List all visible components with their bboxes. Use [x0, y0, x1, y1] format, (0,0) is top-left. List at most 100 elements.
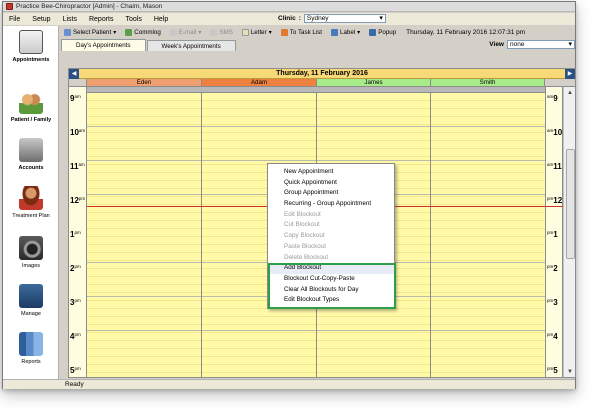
hour-label: am9: [547, 94, 558, 103]
scroll-thumb[interactable]: [566, 149, 575, 259]
clipboard-icon: [19, 30, 43, 54]
menu-item-paste-blockout: Paste Blockout: [284, 242, 327, 250]
sidebar-item-label: Accounts: [18, 165, 44, 171]
provider-header-adam[interactable]: Adam: [202, 79, 317, 87]
sidebar-item-patient-family[interactable]: Patient / Family: [3, 90, 59, 123]
patient-icon: [64, 28, 71, 36]
hour-label: am11: [547, 162, 562, 171]
hour-label: 2pm: [70, 264, 81, 273]
hour-label: am10: [547, 128, 563, 137]
sidebar-item-images[interactable]: Images: [3, 236, 59, 269]
sidebar-item-label: Reports: [21, 359, 41, 365]
scroll-down-icon[interactable]: ▼: [566, 368, 574, 376]
tab-weeks-appointments[interactable]: Week's Appointments: [146, 40, 236, 51]
menu-lists[interactable]: Lists: [63, 16, 77, 23]
doctor-icon: [19, 186, 43, 210]
sms-icon: [210, 28, 218, 36]
tab-days-appointments[interactable]: Day's Appointments: [61, 39, 146, 51]
scroll-up-icon[interactable]: ▲: [566, 89, 574, 97]
hour-label: 9am: [70, 94, 81, 103]
popup-label: Popup: [378, 28, 397, 36]
clinic-select[interactable]: Sydney: [303, 14, 386, 23]
status-bar: Ready: [3, 379, 575, 389]
email-label: E-mail: [178, 28, 197, 36]
letter-icon: [241, 28, 249, 36]
previous-day-icon[interactable]: ◀: [69, 69, 79, 79]
commlog-button[interactable]: Commlog: [122, 27, 163, 37]
view-picker: View none: [489, 40, 575, 49]
menu-setup[interactable]: Setup: [32, 16, 50, 23]
hour-label: 12pm: [70, 196, 86, 205]
view-tabs: Day's Appointments Week's Appointments V…: [61, 39, 577, 51]
sms-label: SMS: [219, 28, 233, 36]
sidebar-item-label: Manage: [21, 311, 41, 317]
camera-icon: [19, 236, 43, 260]
task-list-icon: [280, 28, 288, 36]
schedule-date: Thursday, 11 February 2016: [69, 69, 575, 79]
view-label: View: [489, 41, 504, 48]
to-task-list-button[interactable]: To Task List: [278, 27, 325, 37]
view-select[interactable]: none: [507, 40, 575, 49]
provider-header-james[interactable]: James: [317, 79, 431, 87]
hour-label: pm4: [547, 332, 558, 341]
to-task-list-label: To Task List: [289, 28, 323, 36]
menu-item-new-appointment[interactable]: New Appointment: [268, 167, 394, 178]
commlog-icon: [125, 28, 133, 36]
time-column-left: 9am 10am 11am 12pm 1pm 2pm 3pm 4pm 5pm: [69, 87, 87, 377]
sidebar-item-treatment-plan[interactable]: Treatment Plan: [3, 186, 59, 219]
sidebar-item-accounts[interactable]: Accounts: [3, 138, 59, 171]
manage-icon: [19, 284, 43, 308]
menu-item-copy-blockout: Copy Blockout: [284, 232, 325, 240]
provider-header-smith[interactable]: Smith: [431, 79, 545, 87]
hour-label: pm1: [547, 230, 558, 239]
menu-help[interactable]: Help: [154, 16, 168, 23]
letter-button[interactable]: Letter ▾: [239, 27, 275, 37]
commlog-label: Commlog: [134, 28, 161, 36]
label-label: Label: [340, 28, 356, 36]
chevron-down-icon: ▾: [113, 28, 117, 36]
select-patient-button[interactable]: Select Patient ▾: [61, 27, 119, 37]
next-day-icon[interactable]: ▶: [565, 69, 575, 79]
sidebar-item-manage[interactable]: Manage: [3, 284, 59, 317]
vertical-scrollbar[interactable]: ▲ ▼: [563, 87, 575, 377]
menu-item-group-appointment[interactable]: Group Appointment: [268, 188, 394, 199]
hour-label: pm12: [547, 196, 563, 205]
provider-header-eden[interactable]: Eden: [87, 79, 202, 87]
hour-label: 1pm: [70, 230, 81, 239]
sidebar-item-reports[interactable]: Reports: [3, 332, 59, 365]
chevron-down-icon: ▾: [198, 28, 202, 36]
hour-label: 5pm: [70, 366, 81, 375]
menu-tools[interactable]: Tools: [126, 16, 142, 23]
sidebar-item-label: Treatment Plan: [12, 213, 50, 219]
menu-item-quick-appointment[interactable]: Quick Appointment: [268, 178, 394, 189]
menu-item-edit-blockout: Edit Blockout: [284, 210, 321, 218]
hour-label: 3pm: [70, 298, 81, 307]
sidebar: Appointments Patient / Family Accounts T…: [3, 26, 59, 379]
clinic-picker: Clinic: Sydney: [278, 14, 386, 23]
chevron-down-icon: ▾: [268, 28, 272, 36]
menu-reports[interactable]: Reports: [89, 16, 114, 23]
menu-file[interactable]: File: [9, 16, 20, 23]
reports-icon: [19, 332, 43, 356]
sms-button[interactable]: SMS: [207, 27, 235, 37]
menu-item-delete-blockout: Delete Blockout: [284, 253, 329, 261]
label-button[interactable]: Label ▾: [328, 27, 363, 37]
header-corner: [545, 79, 575, 87]
toolbar: Select Patient ▾ Commlog E-mail ▾ SMS Le…: [61, 26, 575, 38]
hour-label: 4pm: [70, 332, 81, 341]
popup-button[interactable]: Popup: [366, 27, 399, 37]
chevron-down-icon: ▾: [357, 28, 361, 36]
hour-label: pm3: [547, 298, 558, 307]
header-corner: [69, 79, 87, 87]
menu-item-recurring-group-appointment[interactable]: Recurring - Group Appointment: [268, 199, 394, 210]
time-column-right: am9 am10 am11 pm12 pm1 pm2 pm3 pm4 pm5: [545, 87, 563, 377]
clinic-label: Clinic: [278, 15, 296, 22]
label-icon: [331, 28, 339, 36]
sidebar-item-appointments[interactable]: Appointments: [3, 30, 59, 63]
current-datetime: Thursday, 11 February 2016 12:07:31 pm: [406, 28, 526, 36]
email-button[interactable]: E-mail ▾: [167, 27, 205, 37]
sidebar-item-label: Patient / Family: [10, 117, 52, 123]
app-icon: [6, 3, 13, 10]
hour-label: 10am: [70, 128, 86, 137]
popup-icon: [369, 28, 377, 36]
